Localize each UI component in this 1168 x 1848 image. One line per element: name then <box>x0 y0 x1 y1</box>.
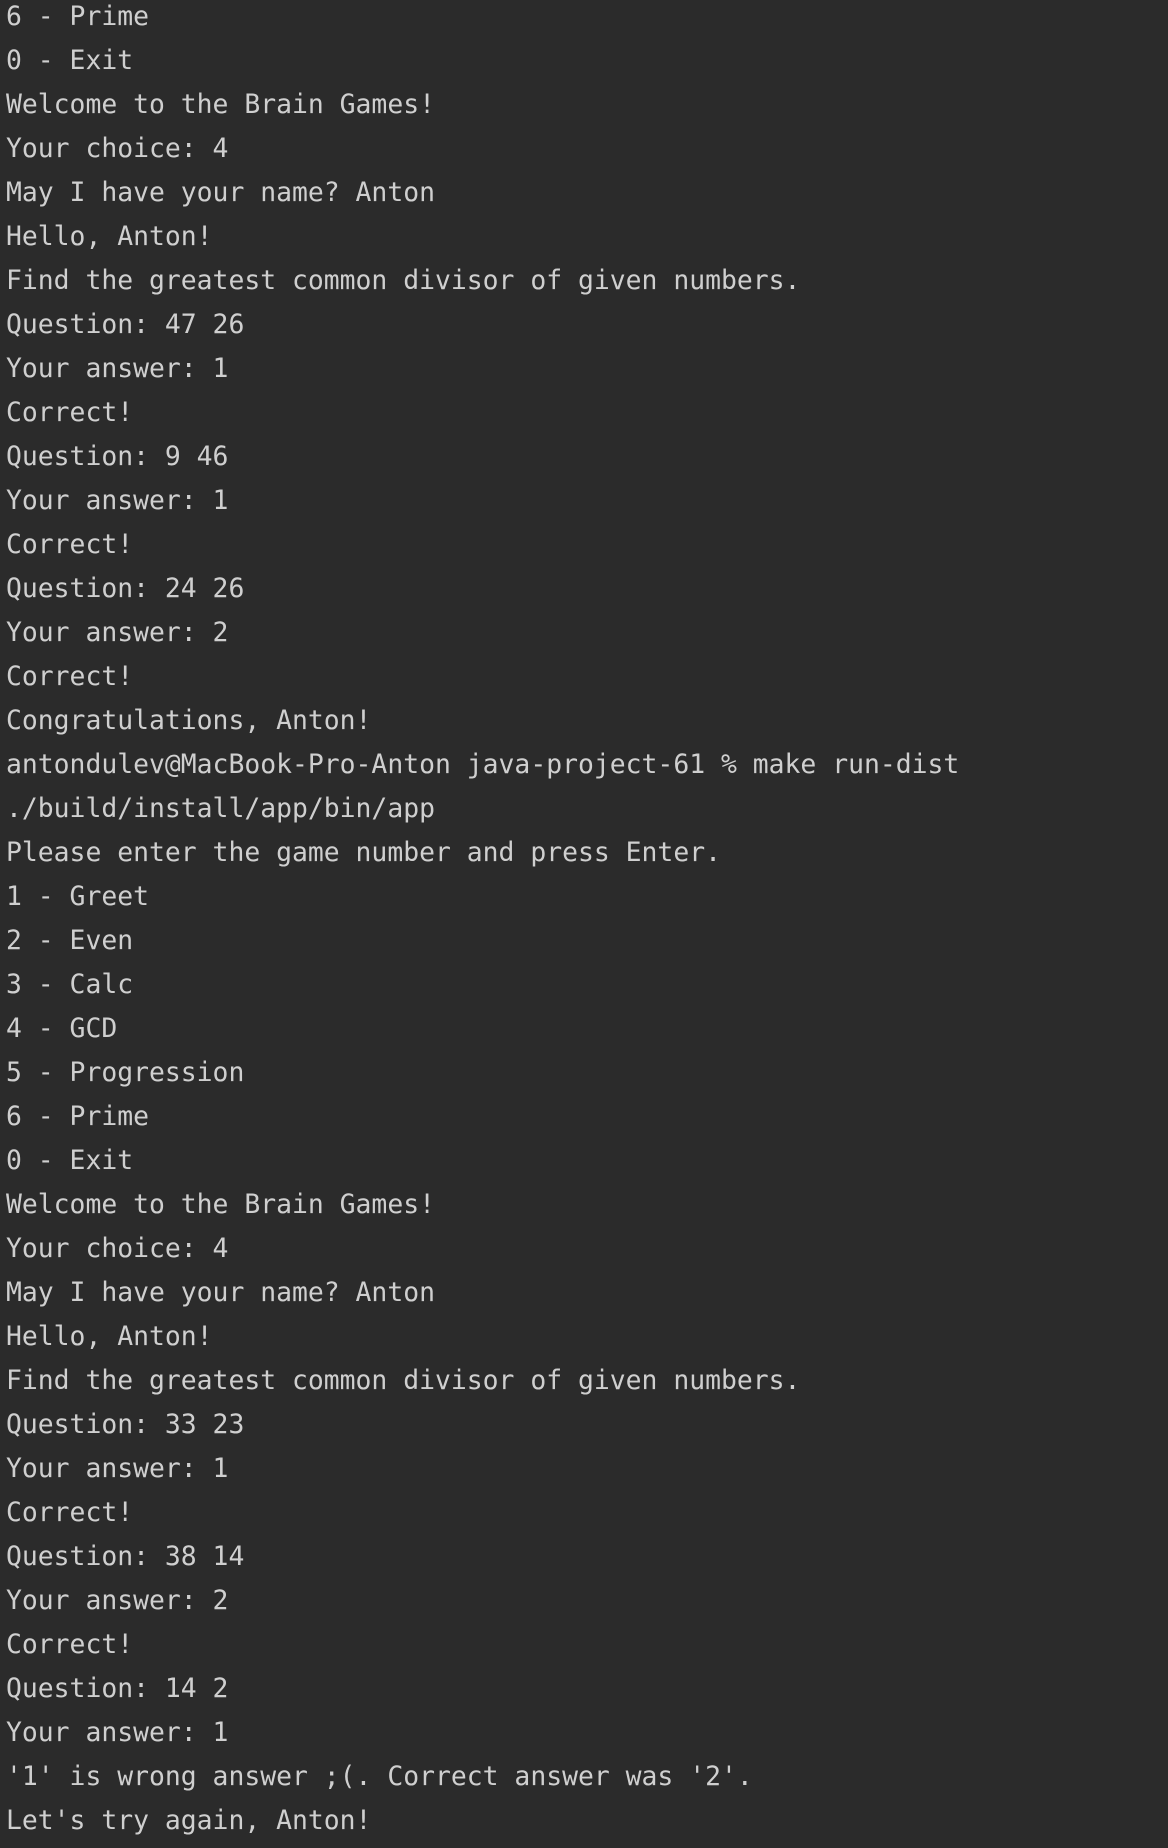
terminal-line: 3 - Calc <box>6 969 134 1000</box>
terminal-line: May I have your name? Anton <box>6 1277 435 1308</box>
terminal-line: 2 - Even <box>6 925 134 956</box>
terminal-line: 5 - Progression <box>6 1057 245 1088</box>
terminal-line: 6 - Prime <box>6 1101 149 1132</box>
terminal-line: Question: 24 26 <box>6 573 245 604</box>
terminal-line: Congratulations, Anton! <box>6 705 372 736</box>
terminal-line: ./build/install/app/bin/app <box>6 793 435 824</box>
terminal-line: Hello, Anton! <box>6 221 213 252</box>
terminal-line: Find the greatest common divisor of give… <box>6 1365 801 1396</box>
terminal-line: 0 - Exit <box>6 1145 134 1176</box>
terminal-line: Question: 33 23 <box>6 1409 245 1440</box>
terminal-line: May I have your name? Anton <box>6 177 435 208</box>
terminal-output[interactable]: 6 - Prime 0 - Exit Welcome to the Brain Ga… <box>6 0 959 1843</box>
terminal-line: antondulev@MacBook-Pro-Anton java-projec… <box>6 749 960 780</box>
terminal-line: Your answer: 2 <box>6 1585 229 1616</box>
terminal-line: Your answer: 2 <box>6 617 229 648</box>
terminal-line: Please enter the game number and press E… <box>6 837 721 868</box>
terminal-line: 0 - Exit <box>6 45 134 76</box>
terminal-line: Welcome to the Brain Games! <box>6 1189 435 1220</box>
terminal-line: 1 - Greet <box>6 881 149 912</box>
terminal-line: 6 - Prime <box>6 1 149 32</box>
terminal-line: Correct! <box>6 1497 134 1528</box>
terminal-line: Question: 38 14 <box>6 1541 245 1572</box>
terminal-line: Correct! <box>6 397 134 428</box>
terminal-line: Your answer: 1 <box>6 353 229 384</box>
terminal-line: Correct! <box>6 661 134 692</box>
terminal-line: '1' is wrong answer ;(. Correct answer w… <box>6 1761 753 1792</box>
terminal-line: Question: 14 2 <box>6 1673 229 1704</box>
terminal-line: Your answer: 1 <box>6 1453 229 1484</box>
terminal-line: Find the greatest common divisor of give… <box>6 265 801 296</box>
terminal-line: 4 - GCD <box>6 1013 118 1044</box>
terminal-line: Your answer: 1 <box>6 1717 229 1748</box>
terminal-line: Correct! <box>6 529 134 560</box>
terminal-line: Question: 47 26 <box>6 309 245 340</box>
terminal-line: Your choice: 4 <box>6 133 229 164</box>
terminal-line: Hello, Anton! <box>6 1321 213 1352</box>
terminal-line: Let's try again, Anton! <box>6 1805 372 1836</box>
terminal-line: Your answer: 1 <box>6 485 229 516</box>
terminal-line: Correct! <box>6 1629 134 1660</box>
terminal-line: Your choice: 4 <box>6 1233 229 1264</box>
terminal-line: Welcome to the Brain Games! <box>6 89 435 120</box>
terminal-line: Question: 9 46 <box>6 441 229 472</box>
